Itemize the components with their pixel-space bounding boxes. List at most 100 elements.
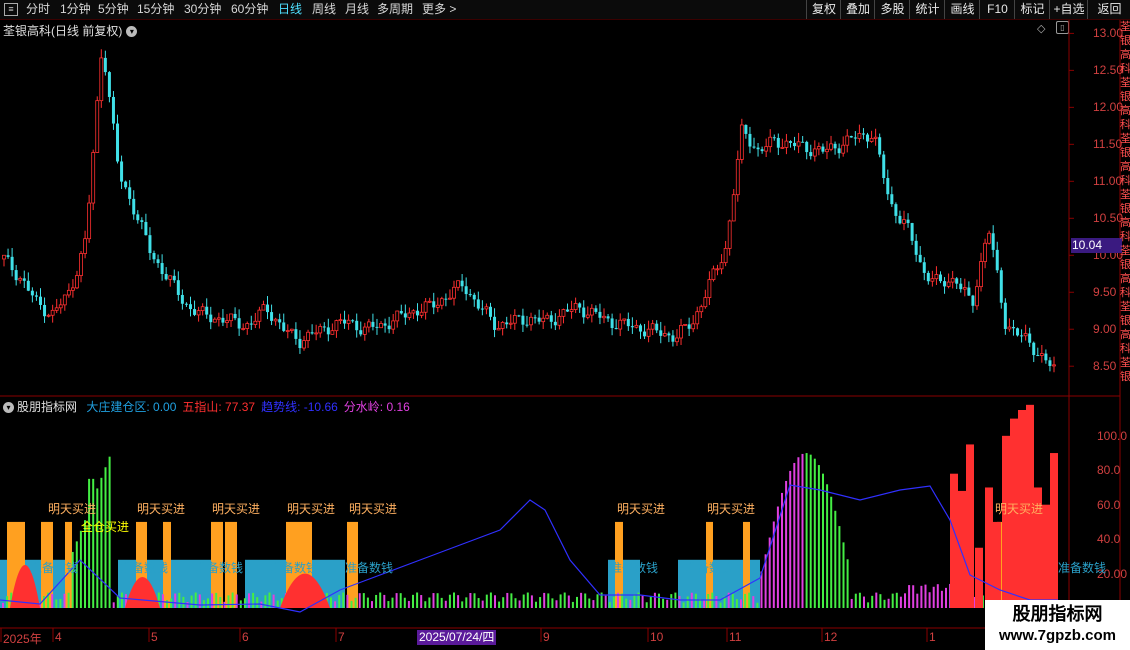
histogram-bar xyxy=(887,598,890,608)
candle xyxy=(273,317,278,326)
histogram-bar xyxy=(96,488,99,608)
candle xyxy=(594,305,598,314)
price-tick-4: 11.00 xyxy=(1093,174,1123,189)
histogram-bar xyxy=(936,584,939,608)
histogram-bar xyxy=(904,593,906,608)
histogram-bar xyxy=(104,467,107,608)
histogram-bar xyxy=(379,592,382,608)
candle xyxy=(711,265,716,282)
candle xyxy=(54,298,59,314)
signal-full-position: 全仓买进 xyxy=(81,520,130,534)
candle xyxy=(809,144,813,160)
histogram-bar xyxy=(436,593,439,608)
candle xyxy=(776,133,780,156)
histogram-bar xyxy=(830,496,833,608)
histogram-bar xyxy=(547,593,550,608)
chevron-down-icon[interactable]: ▾ xyxy=(3,402,14,414)
indicator-tick-0: 100.0 xyxy=(1097,428,1128,443)
histogram-bar xyxy=(481,600,484,608)
red-column xyxy=(1042,504,1050,608)
right-info-strip[interactable]: 荃银高科荃银高科荃银高科荃银高科荃银高科荃银高科荃银 xyxy=(1120,20,1130,395)
candle xyxy=(411,309,416,319)
candle xyxy=(432,292,436,315)
histogram-bar xyxy=(399,593,402,608)
chart-canvas[interactable] xyxy=(0,0,1130,650)
histogram-bar xyxy=(215,592,218,608)
histogram-bar xyxy=(186,601,189,608)
date-label-8: 12 xyxy=(824,630,838,644)
candle xyxy=(261,300,266,311)
candle xyxy=(6,248,10,259)
date-label-3: 6 xyxy=(242,630,249,644)
histogram-bar xyxy=(895,592,898,608)
indicator-tick-3: 40.0 xyxy=(1097,532,1121,547)
histogram-bar xyxy=(748,592,751,608)
histogram-bar xyxy=(670,594,673,608)
histogram-bar xyxy=(928,592,931,608)
red-column xyxy=(993,521,1001,608)
histogram-bar xyxy=(625,598,628,608)
candle xyxy=(833,141,837,155)
histogram-bar xyxy=(514,598,517,608)
candle xyxy=(626,312,630,331)
date-highlight: 2025/07/24/四 xyxy=(417,630,497,645)
candle xyxy=(849,135,853,138)
histogram-bar xyxy=(252,592,255,608)
candle xyxy=(18,276,23,284)
candle xyxy=(225,314,229,328)
candle xyxy=(444,293,448,307)
histogram-bar xyxy=(543,592,546,608)
histogram-bar xyxy=(92,478,95,608)
candle xyxy=(545,312,550,320)
candle xyxy=(91,149,96,211)
candle xyxy=(99,49,104,108)
strip-char: 银 xyxy=(1120,203,1130,215)
zone-label: 准备数钱 xyxy=(120,561,169,575)
candle xyxy=(152,250,156,264)
histogram-bar xyxy=(362,593,365,608)
histogram-bar xyxy=(469,592,472,608)
candle xyxy=(983,238,987,269)
candle xyxy=(549,310,553,329)
candle xyxy=(934,266,939,286)
histogram-bar xyxy=(198,594,201,608)
histogram-bar xyxy=(805,453,808,608)
candle xyxy=(355,313,359,338)
histogram-bar xyxy=(735,599,738,608)
histogram-bar xyxy=(59,599,62,608)
date-label-4: 7 xyxy=(338,630,345,644)
histogram-bar xyxy=(924,584,927,608)
strip-char: 高 xyxy=(1120,217,1130,229)
candle xyxy=(650,319,655,336)
histogram-bar xyxy=(116,595,119,608)
candle xyxy=(780,138,785,149)
candle xyxy=(805,140,809,160)
histogram-bar xyxy=(248,593,250,608)
histogram-bar xyxy=(461,601,464,608)
candle xyxy=(116,114,120,164)
candle xyxy=(512,309,517,330)
candle xyxy=(120,155,124,190)
candle xyxy=(906,213,910,228)
histogram-bar xyxy=(559,594,562,608)
histogram-bar xyxy=(580,592,583,608)
histogram-bar xyxy=(883,599,886,608)
candle xyxy=(1020,329,1024,343)
candle xyxy=(922,257,926,281)
candle xyxy=(634,319,639,329)
histogram-bar xyxy=(338,595,341,608)
red-column xyxy=(950,473,958,608)
histogram-bar xyxy=(518,600,521,608)
date-label-5: 9 xyxy=(543,630,550,644)
candle xyxy=(427,297,432,303)
candle xyxy=(610,313,614,336)
histogram-bar xyxy=(256,597,259,608)
histogram-bar xyxy=(55,599,58,608)
candle xyxy=(614,319,618,330)
candle xyxy=(793,136,797,151)
candle xyxy=(622,318,627,325)
histogram-bar xyxy=(744,593,747,608)
candle xyxy=(156,254,160,268)
candle xyxy=(675,329,679,346)
candle xyxy=(338,313,343,325)
